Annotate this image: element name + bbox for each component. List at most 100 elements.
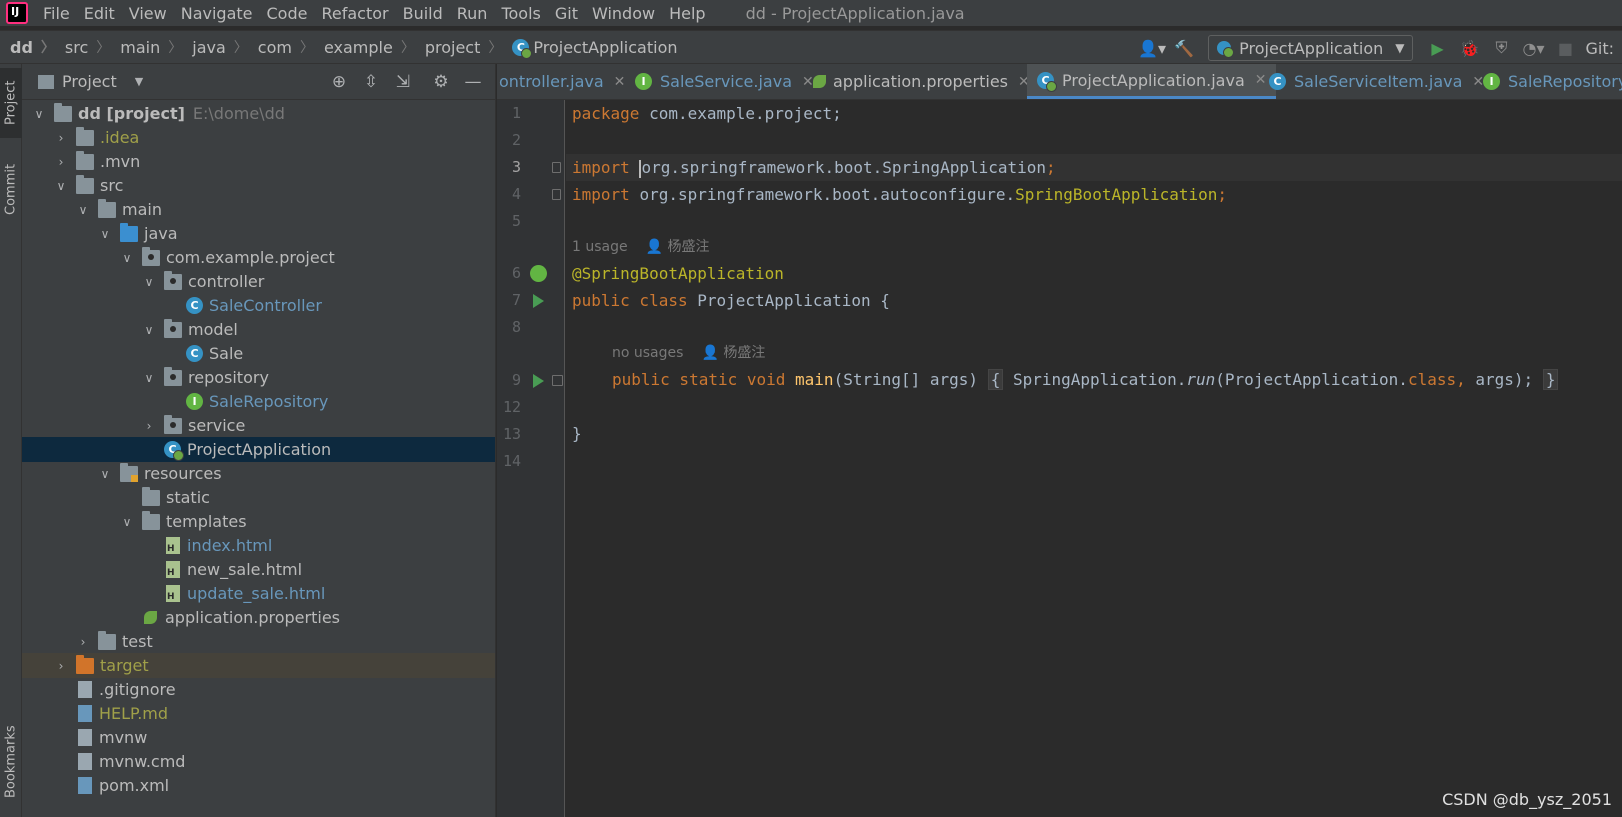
tree-item-service[interactable]: › service [22,413,495,438]
tree-item-application-properties[interactable]: application.properties [22,605,495,630]
expand-arrow-icon[interactable]: ∨ [120,251,134,265]
tab-application-properties[interactable]: application.properties ✕ [813,64,1030,99]
tab-controller-java[interactable]: ontroller.java ✕ [499,64,625,99]
close-icon[interactable]: ✕ [1255,72,1267,88]
tree-item-static[interactable]: static [22,485,495,510]
menu-code[interactable]: Code [260,4,315,23]
run-configuration-select[interactable]: ProjectApplication ▼ [1208,35,1414,61]
tree-item-index-html[interactable]: index.html [22,533,495,558]
expand-arrow-icon[interactable]: ∨ [76,203,90,217]
menu-build[interactable]: Build [396,4,450,23]
expand-arrow-icon[interactable]: ∨ [142,371,156,385]
tree-item-salecontroller[interactable]: C SaleController [22,293,495,318]
expand-arrow-icon[interactable]: ∨ [98,227,112,241]
expand-arrow-icon[interactable]: ∨ [142,275,156,289]
minimize-icon[interactable]: — [457,70,489,94]
tree-item-main[interactable]: ∨ main [22,197,495,222]
menu-edit[interactable]: Edit [77,4,122,23]
usage-hint[interactable]: no usages 👤 杨盛注 [612,342,765,362]
tree-item-update-sale-html[interactable]: update_sale.html [22,581,495,606]
tool-tab-commit[interactable]: Commit [0,154,22,224]
expand-arrow-icon[interactable]: ∨ [32,107,46,121]
menu-file[interactable]: File [36,4,77,23]
breadcrumb-projectapplication[interactable]: C ProjectApplication [502,38,678,59]
chevron-down-icon[interactable]: ▼ [135,75,143,88]
tab-salerepository-java[interactable]: I SaleRepository.j [1483,64,1622,99]
menu-tools[interactable]: Tools [494,4,547,23]
breadcrumb-src[interactable]: src 〉 [55,37,110,57]
git-label[interactable]: Git: [1581,39,1622,58]
collapsed-arrow-icon[interactable]: › [142,419,156,433]
breadcrumb-com[interactable]: com 〉 [248,37,314,57]
expand-arrow-icon[interactable]: ∨ [98,467,112,481]
collapse-all-icon[interactable]: ⇲ [387,70,419,94]
expand-all-icon[interactable]: ⇳ [355,70,387,94]
tree-item-help-md[interactable]: HELP.md [22,701,495,726]
tree-item-java[interactable]: ∨ java [22,221,495,246]
tree-item-gitignore[interactable]: .gitignore [22,677,495,702]
breadcrumb-example[interactable]: example 〉 [314,37,415,57]
breadcrumb-main[interactable]: main 〉 [110,37,182,57]
collapsed-arrow-icon[interactable]: › [54,155,68,169]
code-editor[interactable]: package com.example.project; import org.… [566,100,1622,817]
tree-item-mvnw[interactable]: mvnw [22,725,495,750]
run-gutter-icon[interactable] [533,374,544,388]
fold-marker-icon[interactable] [552,162,561,173]
menu-refactor[interactable]: Refactor [314,4,395,23]
breadcrumb-dd[interactable]: dd 〉 [0,37,55,57]
menu-window[interactable]: Window [585,4,662,23]
stop-icon[interactable]: ■ [1551,35,1579,61]
menu-git[interactable]: Git [548,4,585,23]
tree-item-root[interactable]: ∨ dd [project] E:\dome\dd [22,101,495,126]
run-gutter-icon[interactable] [533,294,544,308]
tool-tab-bookmarks[interactable]: Bookmarks [0,714,22,809]
expand-arrow-icon[interactable]: ∨ [142,323,156,337]
fold-marker-icon[interactable] [552,375,563,386]
collapsed-arrow-icon[interactable]: › [54,131,68,145]
tree-item-new-sale-html[interactable]: new_sale.html [22,557,495,582]
debug-icon[interactable]: 🐞 [1455,35,1483,61]
usage-hint[interactable]: 1 usage 👤 杨盛注 [572,236,710,256]
tree-item-projectapplication[interactable]: C ProjectApplication [22,437,495,462]
tree-item-idea[interactable]: › .idea [22,125,495,150]
expand-arrow-icon[interactable]: ∨ [120,515,134,529]
expand-arrow-icon[interactable]: ∨ [54,179,68,193]
build-hammer-icon[interactable]: 🔨 [1170,35,1198,61]
breadcrumb-project[interactable]: project 〉 [415,37,503,57]
breadcrumb-java[interactable]: java 〉 [182,37,248,57]
fold-marker-icon[interactable] [552,189,561,200]
project-panel-title[interactable]: Project [62,72,117,91]
tree-item-repository[interactable]: ∨ repository [22,365,495,390]
tree-item-sale[interactable]: C Sale [22,341,495,366]
user-icon[interactable]: 👤▾ [1138,35,1166,61]
menu-run[interactable]: Run [450,4,495,23]
collapsed-arrow-icon[interactable]: › [54,659,68,673]
spring-bean-icon[interactable] [530,265,547,282]
close-icon[interactable]: ✕ [802,74,814,90]
run-icon[interactable]: ▶ [1423,35,1451,61]
gear-icon[interactable]: ⚙ [425,70,457,94]
coverage-icon[interactable]: ⛨ [1487,35,1515,61]
tree-item-salerepository[interactable]: I SaleRepository [22,389,495,414]
tree-item-model[interactable]: ∨ model [22,317,495,342]
tree-item-package[interactable]: ∨ com.example.project [22,245,495,270]
menu-navigate[interactable]: Navigate [174,4,260,23]
collapsed-arrow-icon[interactable]: › [76,635,90,649]
tool-tab-project[interactable]: Project [0,68,22,138]
tree-item-templates[interactable]: ∨ templates [22,509,495,534]
close-icon[interactable]: ✕ [614,74,626,90]
tree-item-src[interactable]: ∨ src [22,173,495,198]
tree-item-test[interactable]: › test [22,629,495,654]
tree-item-mvnw-cmd[interactable]: mvnw.cmd [22,749,495,774]
profiler-icon[interactable]: ◔▾ [1519,35,1547,61]
tree-item-mvn[interactable]: › .mvn [22,149,495,174]
tree-item-pom-xml[interactable]: pom.xml [22,773,495,798]
tab-projectapplication-java[interactable]: C ProjectApplication.java ✕ [1027,64,1277,99]
menu-help[interactable]: Help [662,4,712,23]
locate-target-icon[interactable]: ⊕ [323,70,355,94]
tree-item-target[interactable]: › target [22,653,495,678]
tab-saleserviceitem-java[interactable]: C SaleServiceItem.java ✕ [1269,64,1484,99]
menu-view[interactable]: View [122,4,174,23]
tree-item-controller[interactable]: ∨ controller [22,269,495,294]
tree-item-resources[interactable]: ∨ resources [22,461,495,486]
